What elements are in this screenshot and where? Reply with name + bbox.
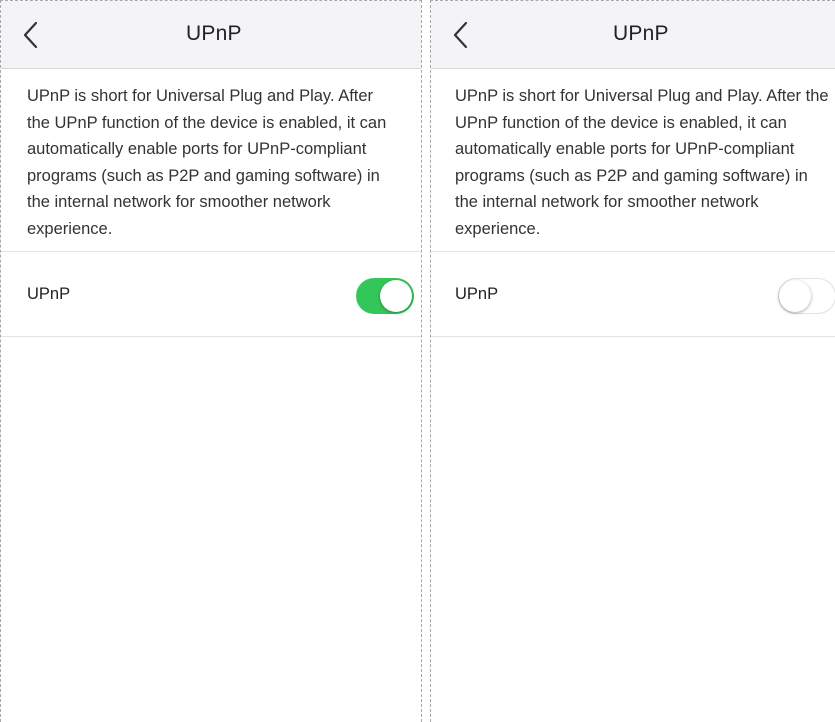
upnp-toggle-switch[interactable]: [356, 278, 414, 314]
chevron-left-icon: [453, 21, 468, 49]
divider: [1, 251, 421, 252]
upnp-setting-label: UPnP: [27, 285, 71, 303]
upnp-toggle-switch[interactable]: [778, 278, 835, 314]
chevron-left-icon: [23, 21, 38, 49]
back-button[interactable]: [451, 20, 471, 50]
divider: [431, 336, 835, 337]
upnp-screen-enabled: UPnP UPnP is short for Universal Plug an…: [0, 0, 422, 722]
back-button[interactable]: [21, 20, 41, 50]
upnp-setting-label: UPnP: [455, 285, 499, 303]
nav-bar: UPnP: [1, 1, 421, 69]
page-title: UPnP: [186, 22, 242, 45]
toggle-knob: [779, 279, 811, 312]
toggle-knob: [380, 280, 412, 312]
page-title: UPnP: [613, 22, 669, 45]
upnp-screen-disabled: UPnP UPnP is short for Universal Plug an…: [430, 0, 835, 722]
divider: [431, 251, 835, 252]
divider: [1, 336, 421, 337]
nav-bar: UPnP: [431, 1, 835, 69]
upnp-description: UPnP is short for Universal Plug and Pla…: [27, 87, 387, 238]
upnp-description: UPnP is short for Universal Plug and Pla…: [455, 87, 829, 238]
